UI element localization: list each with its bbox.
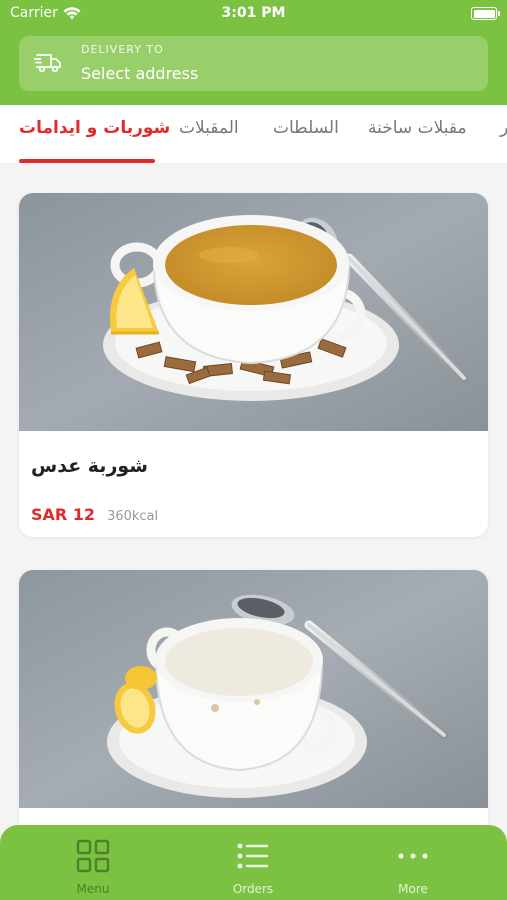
bottom-nav: Menu Orders More [0,825,507,900]
tab-soups-and-stews[interactable]: شوربات و ايدامات [19,118,170,138]
delivery-address[interactable]: Select address [81,64,198,83]
nav-orders-label: Orders [232,882,274,896]
nav-menu-label: Menu [76,882,110,896]
list-icon [237,843,269,869]
truck-icon [34,54,61,73]
tab-hot-appetizers[interactable]: مقبلات ساخنة [368,118,467,138]
lentil-soup-image [19,193,488,431]
nav-orders-tab[interactable]: Orders [193,839,313,896]
nav-more-tab[interactable]: More [353,839,473,896]
delivery-address-selector[interactable]: DELIVERY TO Select address [19,36,488,91]
delivery-label: DELIVERY TO [81,43,164,56]
tab-salads[interactable]: السلطات [273,118,339,138]
price-row: SAR 12 360kcal [31,505,158,524]
status-time: 3:01 PM [221,5,286,21]
tab-more-categories[interactable]: ر [500,118,507,138]
tab-appetizers[interactable]: المقبلات [179,118,239,138]
app-header: Carrier 3:01 PM DELIVERY TO Select addre… [0,0,507,105]
nav-menu-tab[interactable]: Menu [33,839,153,896]
grid-icon [76,839,110,873]
category-tabs: شوربات و ايدامات المقبلات السلطات مقبلات… [0,105,507,163]
white-soup-image [19,570,488,808]
item-name: شوربة عدس [31,455,148,477]
battery-icon [471,7,500,20]
status-bar: Carrier 3:01 PM [0,0,507,28]
more-icon [398,853,428,859]
nav-more-label: More [398,882,428,896]
active-tab-indicator [19,159,155,163]
item-price: SAR 12 [31,505,96,524]
item-calories: 360kcal [107,509,159,524]
menu-item-card[interactable]: شوربة عدس SAR 12 360kcal [19,193,488,537]
